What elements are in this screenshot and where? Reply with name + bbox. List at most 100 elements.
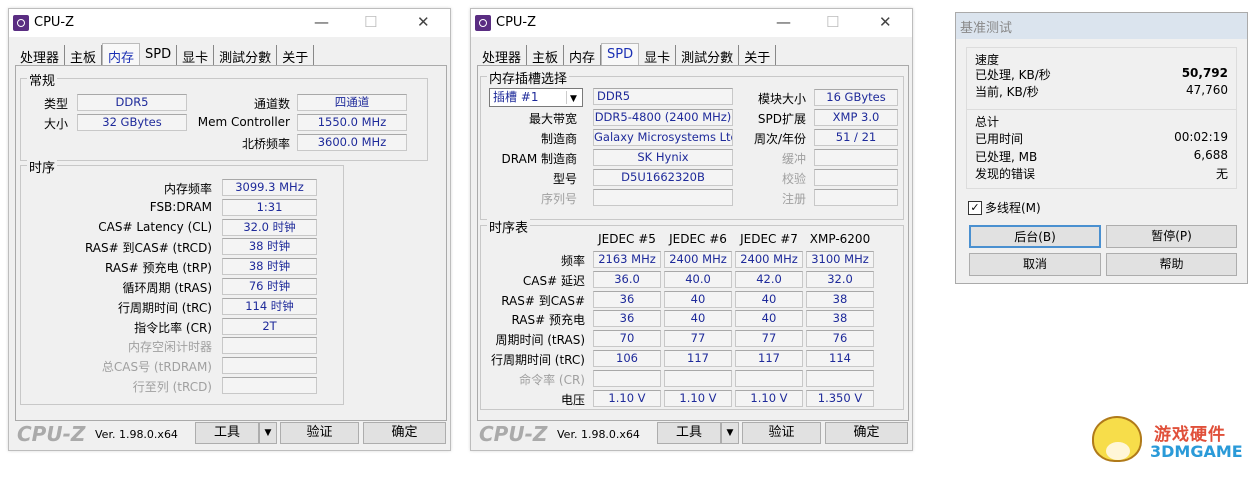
window-title: CPU-Z	[496, 15, 537, 30]
general-frame: 常规 类型 DDR5 大小 32 GBytes 通道数 四通道 Mem Controller 1…	[20, 70, 428, 161]
label: 发现的错误	[975, 167, 1036, 181]
label: 已用时间	[975, 132, 1024, 146]
benchmark-window: 基准测试 速度 已处理, KB/秒 50,792 当前, KB/秒 47,760 总…	[955, 12, 1248, 284]
timing-cell: 77	[664, 330, 732, 348]
maximize-icon[interactable]: ☐	[364, 13, 377, 31]
timing-cell: 1.350 V	[806, 389, 874, 407]
timing-7-value: 2T	[222, 317, 317, 335]
tab-bar: 处理器 主板 内存 SPD 显卡 測試分數 关于	[15, 43, 315, 67]
timing-8-label: 内存空闲计时器	[127, 340, 212, 355]
timing-8-value	[222, 337, 317, 355]
timing-cell: 42.0	[735, 270, 803, 288]
tab-6[interactable]: 关于	[739, 45, 777, 66]
timing-9-value	[222, 357, 317, 375]
tools-button[interactable]: 工具	[657, 422, 721, 444]
value: 50,792	[1181, 66, 1228, 80]
timing-5-value: 76 时钟	[222, 278, 317, 295]
slot-left-2-value: SK Hynix	[593, 149, 733, 166]
slot-right-4-label: 校验	[781, 172, 806, 186]
tab-3[interactable]: SPD	[601, 43, 640, 67]
timing-9-label: 总CAS号 (tRDRAM)	[101, 360, 212, 375]
pause-button[interactable]: 暂停(P)	[1106, 225, 1237, 248]
tab-4[interactable]: 显卡	[639, 45, 677, 66]
timings-frame: 时序 内存频率 3099.3 MHz FSB:DRAM 1:31 CAS# Latency…	[20, 157, 344, 405]
slot-right-5-label: 注册	[781, 192, 806, 206]
cpuz-logo: CPU-Z	[17, 422, 86, 446]
tab-4[interactable]: 显卡	[177, 45, 215, 66]
timing-cell: 40	[664, 310, 732, 328]
tab-2[interactable]: 内存	[564, 45, 602, 66]
slot-right-3-label: 缓冲	[781, 152, 806, 166]
timing-cell: 76	[806, 330, 874, 348]
watermark-logo: 游戏硬件 3DMGAME	[1088, 412, 1248, 468]
timing-2-value: 32.0 时钟	[222, 218, 317, 236]
tab-3[interactable]: SPD	[140, 45, 178, 65]
slot-left-2-label: DRAM 制造商	[501, 152, 577, 166]
timing-1-label: FSB:DRAM	[149, 199, 212, 214]
timing-5-label: 循环周期 (tRAS)	[122, 281, 212, 295]
timing-3-value: 38 时钟	[222, 238, 317, 256]
tools-dropdown-arrow-icon[interactable]: ▼	[259, 422, 277, 444]
minimize-icon[interactable]: —	[776, 13, 791, 31]
timing-3-label: RAS# 到CAS# (tRCD)	[84, 241, 212, 256]
validate-button[interactable]: 验证	[742, 422, 821, 444]
maximize-icon[interactable]: ☐	[826, 13, 839, 31]
timing-7-label: 指令比率 (CR)	[134, 320, 212, 335]
tools-button[interactable]: 工具	[195, 422, 259, 444]
ok-button[interactable]: 确定	[825, 422, 908, 444]
memctrl-label: Mem Controller	[197, 115, 290, 129]
tab-0[interactable]: 处理器	[15, 45, 66, 66]
timing-cell	[664, 369, 732, 387]
timing-row-label-5: 行周期时间 (tRC)	[490, 353, 585, 367]
tab-0[interactable]: 处理器	[477, 45, 528, 66]
timing-cell: 36.0	[593, 270, 661, 288]
cancel-button[interactable]: 取消	[969, 253, 1101, 276]
tools-dropdown-arrow-icon[interactable]: ▼	[721, 422, 739, 444]
timing-cell: 2400 MHz	[735, 251, 803, 268]
slot-right-1-label: SPD扩展	[757, 112, 806, 126]
tab-1[interactable]: 主板	[527, 45, 565, 66]
current-kbs-row: 当前, KB/秒 47,760	[975, 83, 1228, 100]
timing-cell	[593, 369, 661, 387]
version-label: Ver. 1.98.0.x64	[95, 428, 178, 441]
tab-2[interactable]: 内存	[102, 43, 141, 67]
slot-select[interactable]: 插槽 #1 ▼	[489, 88, 583, 107]
timing-0-label: 内存频率	[163, 182, 212, 196]
timing-table-frame: 时序表 JEDEC #5 JEDEC #6 JEDEC #7 XMP-6200 频率 216…	[480, 217, 904, 410]
memctrl-value: 1550.0 MHz	[297, 114, 407, 131]
timing-row-label-0: 频率	[560, 254, 585, 268]
checkbox-checked-icon: ✓	[968, 200, 982, 215]
tab-5[interactable]: 測試分數	[214, 45, 278, 66]
title-bar: CPU-Z — ☐ ✕	[471, 9, 912, 37]
timing-cell	[735, 369, 803, 387]
close-icon[interactable]: ✕	[417, 13, 430, 31]
version-label: Ver. 1.98.0.x64	[557, 428, 640, 441]
slot-frame: 内存插槽选择 插槽 #1 ▼ DDR5 最大带宽 DDR5-4800 (2400 MHz)…	[480, 68, 904, 220]
multithread-checkbox[interactable]: ✓ 多线程(M)	[968, 199, 1041, 216]
help-button[interactable]: 帮助	[1106, 253, 1237, 276]
timing-cell: 77	[735, 330, 803, 348]
timing-cell: 2163 MHz	[593, 251, 661, 268]
multithread-label: 多线程(M)	[985, 201, 1041, 215]
background-button[interactable]: 后台(B)	[969, 225, 1101, 248]
processed-mb-row: 已处理, MB 6,688	[975, 148, 1228, 165]
label: 已处理, MB	[975, 150, 1038, 164]
ok-button[interactable]: 确定	[363, 422, 446, 444]
timing-cell: 36	[593, 290, 661, 308]
minimize-icon[interactable]: —	[314, 13, 329, 31]
tab-6[interactable]: 关于	[277, 45, 315, 66]
slot-right-2-label: 周次/年份	[753, 132, 806, 146]
value: 47,760	[1186, 83, 1228, 97]
chevron-down-icon[interactable]: ▼	[566, 91, 580, 104]
timing-row-label-1: CAS# 延迟	[522, 273, 585, 288]
timing-cell: 1.10 V	[664, 389, 732, 407]
tab-1[interactable]: 主板	[65, 45, 103, 66]
timing-row-label-4: 周期时间 (tRAS)	[495, 333, 585, 348]
general-frame-title: 常规	[27, 70, 58, 89]
column-header-3: XMP-6200	[809, 232, 871, 246]
tab-5[interactable]: 測試分數	[676, 45, 740, 66]
timing-1-value: 1:31	[222, 198, 317, 216]
validate-button[interactable]: 验证	[280, 422, 359, 444]
close-icon[interactable]: ✕	[879, 13, 892, 31]
timing-6-label: 行周期时间 (tRC)	[117, 300, 212, 315]
